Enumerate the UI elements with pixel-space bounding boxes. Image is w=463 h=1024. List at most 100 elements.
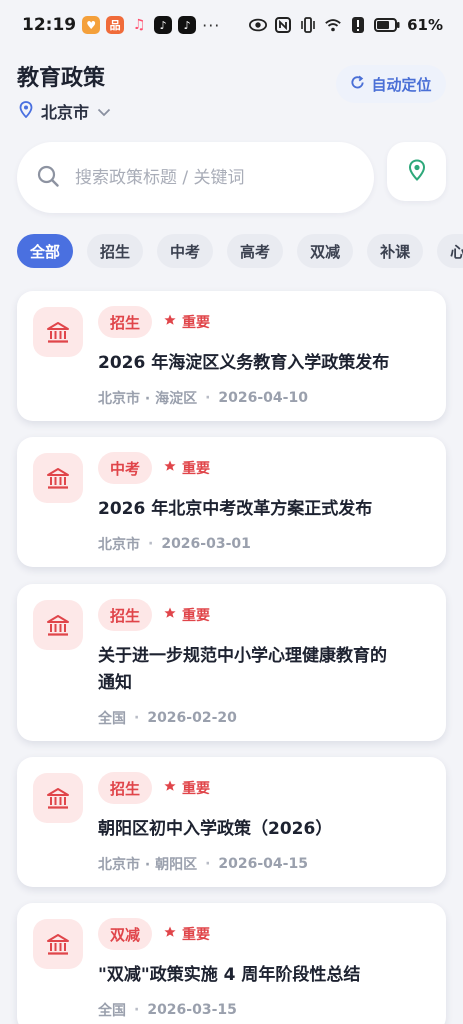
more-notifications-icon: ···: [202, 15, 221, 35]
important-label: 重要: [182, 781, 211, 797]
policy-card[interactable]: 中考 重要 2026 年北京中考改革方案正式发布 北京市 · 2026-03-0…: [17, 437, 446, 567]
chevron-down-icon: [97, 102, 111, 121]
card-meta: 招生 重要: [98, 599, 432, 631]
battery-icon: [374, 17, 400, 33]
category-badge: 招生: [98, 772, 153, 804]
important-tag: 重要: [164, 778, 210, 798]
important-tag: 重要: [164, 312, 210, 332]
card-title: 2026 年海淀区义务教育入学政策发布: [98, 350, 432, 377]
search-bar[interactable]: [17, 142, 374, 213]
city-name: 北京市: [41, 103, 90, 122]
policy-card[interactable]: 双减 重要 "双减"政策实施 4 周年阶段性总结 全国 · 2026-03-15: [17, 903, 446, 1024]
music-note-icon: ♫: [132, 17, 146, 33]
card-subline: 全国 · 2026-03-15: [98, 1000, 432, 1020]
tab-gaokao[interactable]: 高考: [227, 234, 284, 268]
category-badge: 招生: [98, 599, 153, 631]
card-meta: 中考 重要: [98, 452, 432, 484]
card-date: 2026-04-15: [218, 856, 308, 872]
important-tag: 重要: [164, 924, 210, 944]
card-body: 招生 重要 朝阳区初中入学政策（2026） 北京市 · 朝阳区 · 2026-0…: [98, 772, 432, 874]
tab-tutoring[interactable]: 补课: [367, 234, 424, 268]
card-title-line: 朝阳区初中入学政策（2026）: [98, 819, 333, 839]
tab-all[interactable]: 全部: [17, 234, 74, 268]
separator-dot: ·: [205, 390, 211, 406]
card-title: 2026 年北京中考改革方案正式发布: [98, 496, 432, 523]
card-subline: 北京市 · 朝阳区 · 2026-04-15: [98, 854, 432, 874]
category-badge: 招生: [98, 306, 153, 338]
status-bar-left: 12:19 ♥ 品 ♫ ♪ ♪ ···: [22, 15, 220, 35]
card-title-line: 通知: [98, 673, 132, 693]
separator-dot: ·: [148, 536, 154, 552]
policy-card[interactable]: 招生 重要 2026 年海淀区义务教育入学政策发布 北京市 · 海淀区 · 20…: [17, 291, 446, 421]
city-selector[interactable]: 北京市: [19, 99, 111, 123]
card-title: 朝阳区初中入学政策（2026）: [98, 816, 432, 843]
important-tag: 重要: [164, 458, 210, 478]
separator-dot: ·: [134, 1002, 140, 1018]
government-building-icon: [33, 773, 83, 823]
star-icon: [164, 314, 176, 330]
important-label: 重要: [182, 927, 211, 943]
refresh-icon: [350, 75, 365, 94]
important-label: 重要: [182, 315, 211, 331]
location-pin-icon: [19, 100, 33, 122]
map-pin-icon: [408, 158, 426, 185]
policy-card[interactable]: 招生 重要 关于进一步规范中小学心理健康教育的 通知 全国 · 2026-02-…: [17, 584, 446, 741]
card-date: 2026-03-01: [161, 536, 251, 552]
government-building-icon: [33, 307, 83, 357]
tab-double-reduction[interactable]: 双减: [297, 234, 354, 268]
card-body: 招生 重要 关于进一步规范中小学心理健康教育的 通知 全国 · 2026-02-…: [98, 599, 432, 728]
tab-psychology[interactable]: 心: [437, 234, 463, 268]
card-body: 中考 重要 2026 年北京中考改革方案正式发布 北京市 · 2026-03-0…: [98, 452, 432, 554]
government-building-icon: [33, 919, 83, 969]
search-icon: [37, 165, 59, 191]
tab-zhongkao[interactable]: 中考: [157, 234, 214, 268]
policy-card[interactable]: 招生 重要 朝阳区初中入学政策（2026） 北京市 · 朝阳区 · 2026-0…: [17, 757, 446, 887]
category-badge: 双减: [98, 918, 153, 950]
government-building-icon: [33, 453, 83, 503]
tiktok-icon-2: ♪: [178, 16, 197, 34]
auto-locate-label: 自动定位: [371, 75, 432, 94]
vibrate-icon: [299, 17, 317, 33]
star-icon: [164, 780, 176, 796]
card-region: 北京市 · 朝阳区: [98, 857, 198, 873]
search-input[interactable]: [75, 167, 335, 188]
page-title: 教育政策: [17, 66, 106, 91]
eye-icon: [249, 17, 268, 33]
card-meta: 招生 重要: [98, 772, 432, 804]
status-bar: 12:19 ♥ 品 ♫ ♪ ♪ ··· 61%: [0, 0, 463, 50]
card-subline: 北京市 · 海淀区 · 2026-04-10: [98, 388, 432, 408]
card-title-line: 2026 年海淀区义务教育入学政策发布: [98, 353, 390, 373]
card-region: 全国: [98, 711, 126, 727]
card-date: 2026-03-15: [147, 1002, 237, 1018]
star-icon: [164, 926, 176, 942]
status-time: 12:19: [22, 15, 77, 35]
separator-dot: ·: [205, 856, 211, 872]
card-region: 全国: [98, 1003, 126, 1019]
nfc-icon: [274, 17, 292, 33]
tiktok-icon: ♪: [154, 16, 173, 34]
tab-admission[interactable]: 招生: [87, 234, 144, 268]
card-region: 北京市 · 海淀区: [98, 391, 198, 407]
card-region: 北京市: [98, 537, 140, 553]
card-title: "双减"政策实施 4 周年阶段性总结: [98, 962, 432, 989]
battery-percent: 61%: [407, 16, 443, 34]
app-heart-icon: ♥: [82, 16, 101, 34]
alert-icon: [349, 17, 367, 33]
auto-locate-button[interactable]: 自动定位: [336, 65, 446, 103]
app-grid-icon: 品: [106, 16, 125, 34]
card-body: 招生 重要 2026 年海淀区义务教育入学政策发布 北京市 · 海淀区 · 20…: [98, 306, 432, 408]
star-icon: [164, 460, 176, 476]
important-label: 重要: [182, 608, 211, 624]
card-date: 2026-04-10: [218, 390, 308, 406]
card-body: 双减 重要 "双减"政策实施 4 周年阶段性总结 全国 · 2026-03-15: [98, 918, 432, 1020]
wifi-icon: [324, 17, 342, 33]
map-location-button[interactable]: [387, 142, 446, 201]
card-title-line: "双减"政策实施 4 周年阶段性总结: [98, 965, 361, 985]
category-tabs: 全部 招生 中考 高考 双减 补课 心: [17, 234, 463, 268]
card-meta: 招生 重要: [98, 306, 432, 338]
separator-dot: ·: [134, 710, 140, 726]
card-title: 关于进一步规范中小学心理健康教育的 通知: [98, 643, 432, 697]
star-icon: [164, 607, 176, 623]
card-meta: 双减 重要: [98, 918, 432, 950]
government-building-icon: [33, 600, 83, 650]
